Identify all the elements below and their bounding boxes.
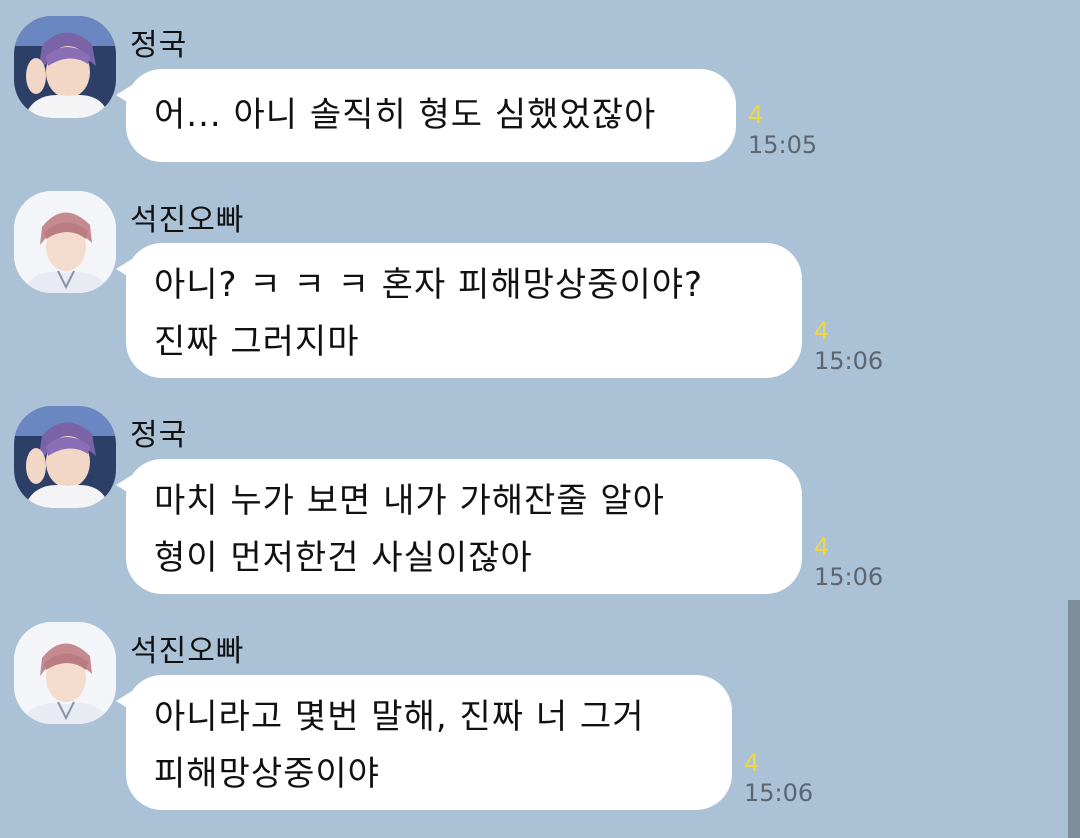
seokjin-avatar-icon [14, 191, 116, 293]
unread-count: 4 [748, 101, 764, 129]
message-line: 피해망상중이야 [154, 754, 380, 794]
message-bubble[interactable]: 아니? ㅋ ㅋ ㅋ 혼자 피해망상중이야? 진짜 그러지마 [116, 243, 802, 378]
sender-name: 정국 [130, 28, 188, 63]
message-meta: 4 15:06 [814, 532, 883, 592]
message-time: 15:06 [814, 347, 884, 375]
bubble-tail [116, 475, 132, 495]
message-bubble[interactable]: 어... 아니 솔직히 형도 심했었잖아 [116, 69, 736, 162]
message-line: 아니? ㅋ ㅋ ㅋ 혼자 피해망상중이야? [154, 265, 704, 305]
sender-name: 석진오빠 [130, 203, 245, 238]
bubble-tail [116, 691, 132, 711]
profile-avatar-jungkook[interactable] [14, 406, 116, 508]
message-time: 15:06 [814, 563, 884, 591]
scrollbar-thumb[interactable] [1068, 600, 1080, 838]
message-meta: 4 15:06 [814, 316, 883, 376]
profile-avatar-seokjin[interactable] [14, 191, 116, 293]
message-line: 어... 아니 솔직히 형도 심했었잖아 [154, 95, 657, 135]
message-line: 아니라고 몇번 말해, 진짜 너 그거 [154, 697, 645, 737]
unread-count: 4 [814, 533, 830, 561]
message-time: 15:05 [748, 131, 818, 159]
sender-name: 정국 [130, 418, 188, 453]
profile-avatar-seokjin[interactable] [14, 622, 116, 724]
message-bubble[interactable]: 아니라고 몇번 말해, 진짜 너 그거 피해망상중이야 [116, 675, 732, 810]
sender-name: 석진오빠 [130, 634, 245, 669]
unread-count: 4 [744, 749, 760, 777]
seokjin-avatar-icon [14, 622, 116, 724]
chat-room[interactable]: 정국 어... 아니 솔직히 형도 심했었잖아 4 15:05 석진오빠 아니?… [0, 0, 1080, 838]
jungkook-avatar-icon [14, 16, 116, 118]
unread-count: 4 [814, 317, 830, 345]
message-meta: 4 15:06 [744, 748, 813, 808]
bubble-tail [116, 259, 132, 279]
message-line: 마치 누가 보면 내가 가해잔줄 알아 [154, 481, 665, 521]
bubble-tail [116, 85, 132, 105]
message-time: 15:06 [744, 779, 814, 807]
jungkook-avatar-icon [14, 406, 116, 508]
message-bubble[interactable]: 마치 누가 보면 내가 가해잔줄 알아 형이 먼저한건 사실이잖아 [116, 459, 802, 594]
message-meta: 4 15:05 [748, 100, 817, 160]
message-line: 형이 먼저한건 사실이잖아 [154, 538, 533, 578]
message-line: 진짜 그러지마 [154, 322, 360, 362]
profile-avatar-jungkook[interactable] [14, 16, 116, 118]
